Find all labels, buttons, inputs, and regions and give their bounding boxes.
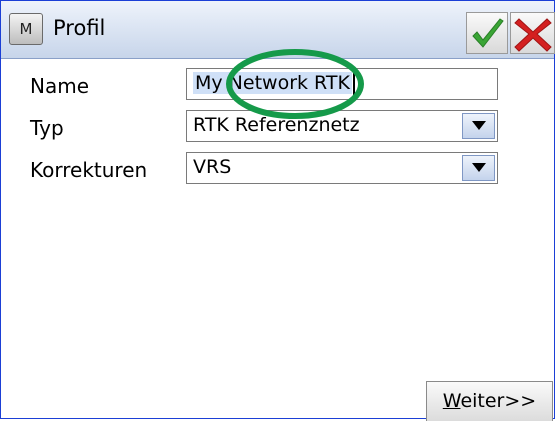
close-x-icon	[514, 18, 552, 52]
chevron-down-icon	[472, 121, 486, 130]
next-underlined-letter: W	[442, 390, 461, 412]
typ-label: Typ	[30, 116, 64, 140]
typ-dropdown-button[interactable]	[462, 113, 495, 139]
korrekturen-dropdown-button[interactable]	[462, 155, 495, 181]
page-title: Profil	[53, 16, 106, 40]
name-value: My Network RTK	[193, 72, 355, 95]
korrekturen-select[interactable]: VRS	[186, 152, 498, 184]
korrekturen-value: VRS	[193, 156, 232, 178]
name-selected-text: My Network RTK	[193, 72, 352, 94]
next-label: eiter>>	[460, 390, 537, 412]
text-cursor	[352, 72, 355, 95]
name-label: Name	[30, 74, 90, 98]
chevron-down-icon	[472, 163, 486, 172]
next-button[interactable]: Weiter>>	[426, 381, 553, 421]
menu-m-icon: M	[19, 20, 33, 38]
name-input[interactable]: My Network RTK	[186, 68, 498, 100]
cancel-button[interactable]	[510, 12, 555, 54]
korrekturen-label: Korrekturen	[30, 158, 148, 182]
dialog-frame	[0, 0, 555, 419]
menu-button[interactable]: M	[9, 13, 43, 45]
checkmark-icon	[472, 18, 504, 48]
title-bar: M Profil	[1, 1, 555, 59]
typ-select[interactable]: RTK Referenznetz	[186, 110, 498, 142]
ok-button[interactable]	[466, 12, 508, 54]
typ-value: RTK Referenznetz	[193, 114, 360, 136]
